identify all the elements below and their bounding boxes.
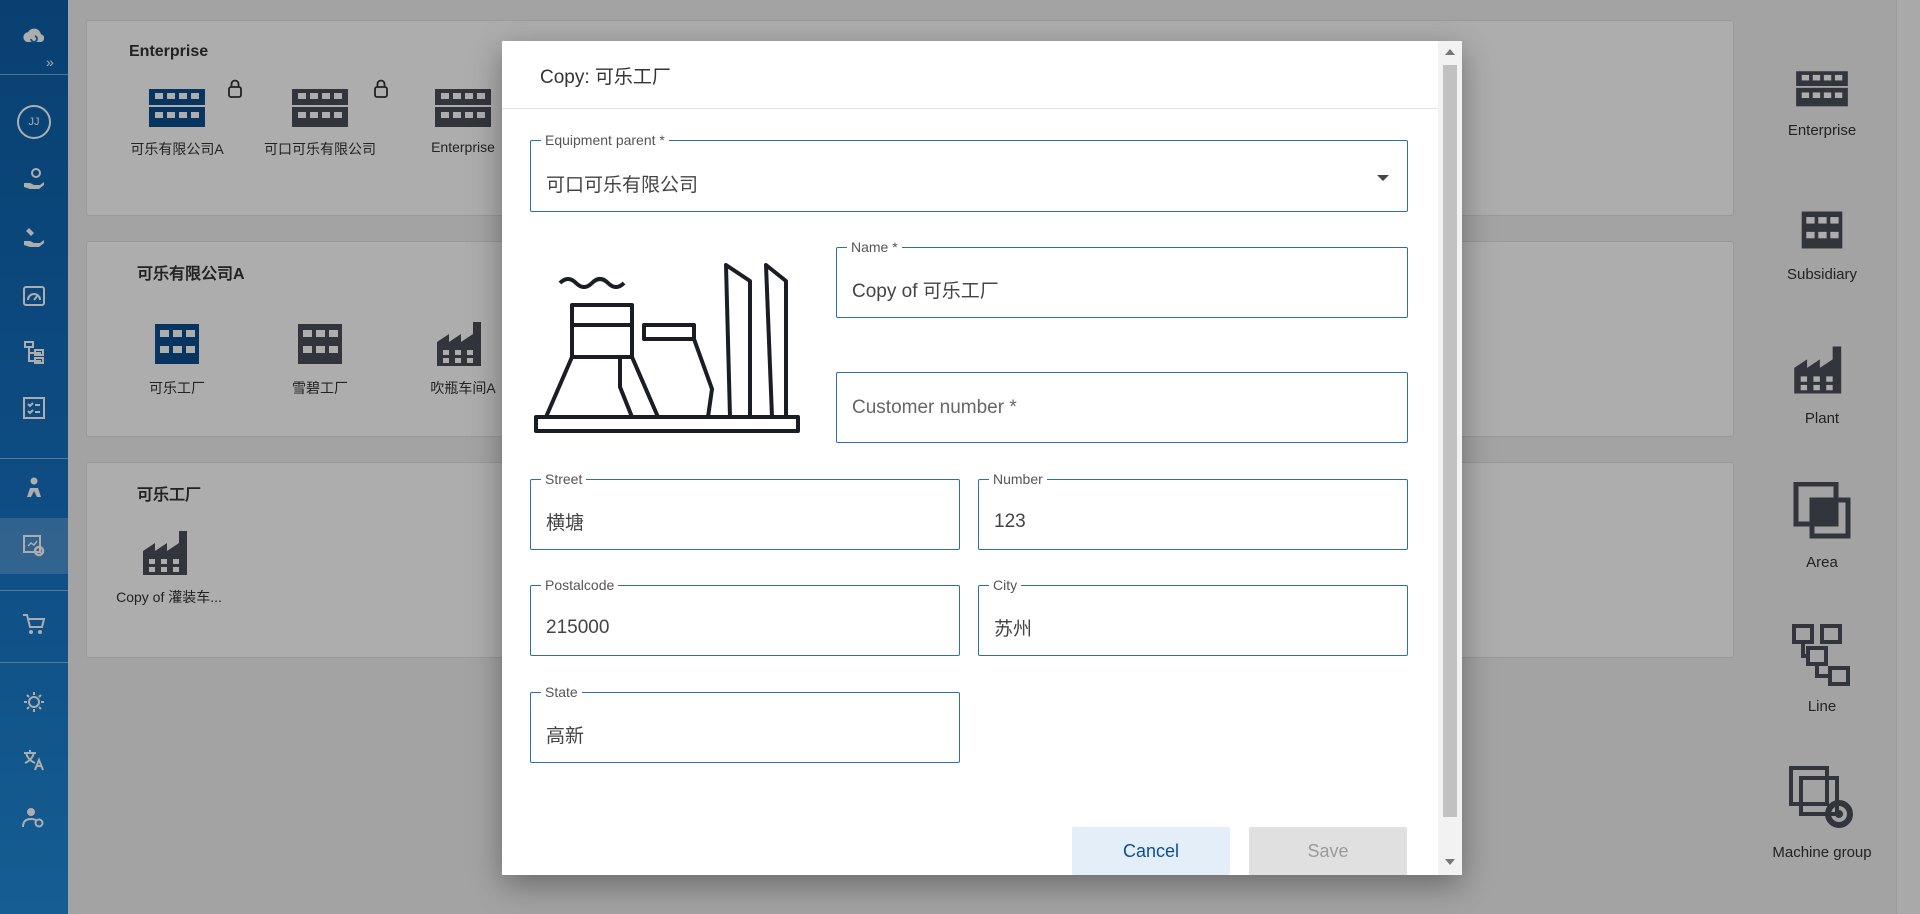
postalcode-field[interactable]: Postalcode 215000 (530, 577, 960, 656)
equipment-parent-value: 可口可乐有限公司 (546, 174, 699, 196)
name-field[interactable]: Name * Copy of 可乐工厂 (836, 239, 1408, 318)
postalcode-value: 215000 (546, 616, 610, 638)
city-field[interactable]: City 苏州 (978, 577, 1408, 656)
dialog-divider (502, 108, 1438, 109)
factory-image-icon (534, 263, 800, 433)
number-field[interactable]: Number 123 (978, 471, 1408, 550)
cancel-button[interactable]: Cancel (1072, 827, 1230, 875)
state-value: 高新 (546, 726, 585, 747)
name-value: Copy of 可乐工厂 (852, 281, 999, 302)
chevron-down-icon[interactable] (1377, 175, 1389, 181)
city-value: 苏州 (994, 619, 1033, 640)
scroll-up-icon[interactable] (1445, 49, 1455, 55)
state-field[interactable]: State 高新 (530, 684, 960, 763)
customer-number-placeholder: Customer number * (852, 396, 1017, 418)
street-value: 横塘 (546, 513, 585, 534)
number-value: 123 (994, 510, 1026, 532)
street-field[interactable]: Street 横塘 (530, 471, 960, 550)
scroll-down-icon[interactable] (1445, 859, 1455, 865)
dialog-title: Copy: 可乐工厂 (540, 67, 671, 88)
customer-number-field[interactable]: Customer number * (836, 372, 1408, 443)
copy-equipment-dialog: Copy: 可乐工厂 Equipment parent * 可口可乐有限公司 N… (502, 41, 1462, 875)
equipment-parent-select[interactable]: Equipment parent * 可口可乐有限公司 (530, 132, 1408, 212)
scrollbar-thumb[interactable] (1443, 65, 1457, 817)
save-button[interactable]: Save (1249, 827, 1407, 875)
dialog-scrollbar[interactable] (1438, 41, 1462, 875)
equipment-image[interactable] (532, 251, 802, 451)
